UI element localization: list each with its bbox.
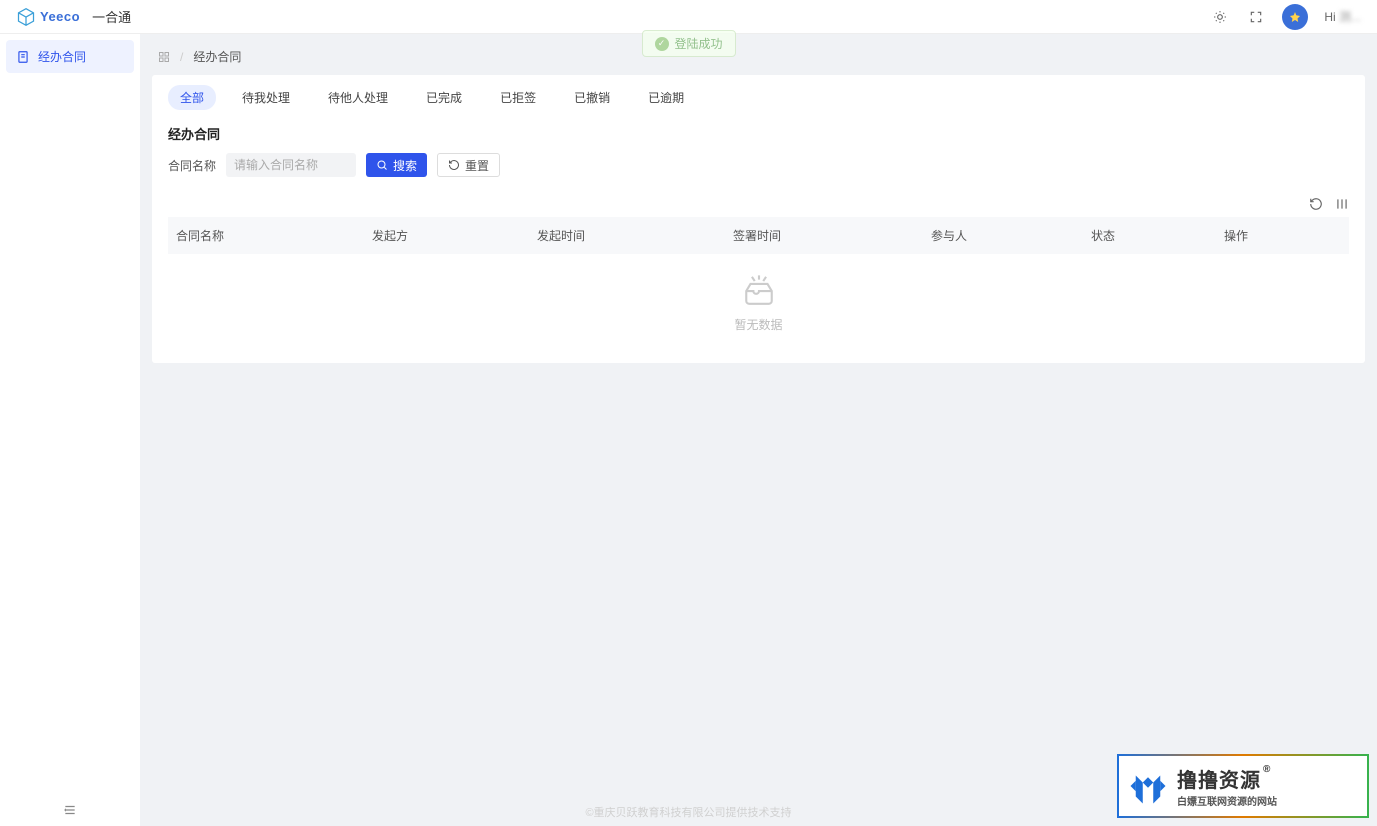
watermark-logo-icon <box>1127 765 1169 807</box>
grid-icon[interactable] <box>158 51 170 63</box>
table-header: 合同名称 发起方 发起时间 签署时间 参与人 状态 操作 <box>168 217 1349 254</box>
th-name: 合同名称 <box>168 227 364 244</box>
check-circle-icon: ✓ <box>654 37 668 51</box>
tab-revoked[interactable]: 已撤销 <box>562 85 622 110</box>
app-title: 一合通 <box>92 7 131 26</box>
content-card: 全部 待我处理 待他人处理 已完成 已拒签 已撤销 已逾期 经办合同 合同名称 … <box>152 75 1365 363</box>
breadcrumb: / 经办合同 <box>140 34 1377 75</box>
th-actions: 操作 <box>1216 227 1349 244</box>
th-initiator: 发起方 <box>364 227 529 244</box>
avatar[interactable] <box>1282 4 1308 30</box>
greeting-prefix: Hi <box>1324 10 1339 24</box>
table-toolbar <box>152 187 1365 217</box>
theme-toggle[interactable] <box>1210 7 1230 27</box>
tab-pending-others[interactable]: 待他人处理 <box>316 85 400 110</box>
breadcrumb-separator: / <box>180 50 183 64</box>
header-left: Yeeco 一合通 <box>16 7 131 27</box>
watermark-subtitle: 白嫖互联网资源的网站 <box>1177 793 1277 808</box>
header-right: Hi 测... <box>1210 4 1361 30</box>
tab-overdue[interactable]: 已逾期 <box>636 85 696 110</box>
collapse-icon <box>63 803 77 817</box>
section-title: 经办合同 <box>152 118 1365 153</box>
contract-name-input[interactable] <box>226 153 356 177</box>
main-content: / 经办合同 全部 待我处理 待他人处理 已完成 已拒签 已撤销 已逾期 经办合… <box>140 34 1377 826</box>
reset-button-label: 重置 <box>465 157 489 174</box>
sun-icon <box>1213 10 1227 24</box>
watermark-title: 撸撸资源® <box>1177 764 1277 793</box>
expand-icon <box>1249 10 1263 24</box>
user-greeting: Hi 测... <box>1324 8 1361 25</box>
tab-rejected[interactable]: 已拒签 <box>488 85 548 110</box>
empty-state: 暂无数据 <box>152 254 1365 343</box>
cube-icon <box>16 7 36 27</box>
filter-row: 合同名称 搜索 重置 <box>152 153 1365 187</box>
tab-pending-me[interactable]: 待我处理 <box>230 85 302 110</box>
column-settings-icon[interactable] <box>1335 197 1349 211</box>
search-icon <box>376 159 388 171</box>
sidebar-collapse-button[interactable] <box>0 798 140 822</box>
toast-text: 登陆成功 <box>674 35 722 52</box>
sidebar-item-label: 经办合同 <box>38 48 86 65</box>
breadcrumb-current: 经办合同 <box>193 48 241 65</box>
fullscreen-toggle[interactable] <box>1246 7 1266 27</box>
empty-text: 暂无数据 <box>734 316 782 333</box>
filter-label: 合同名称 <box>168 157 216 174</box>
empty-icon <box>742 274 776 308</box>
success-toast: ✓ 登陆成功 <box>641 30 735 57</box>
app-header: Yeeco 一合通 Hi 测... <box>0 0 1377 34</box>
watermark: 撸撸资源® 白嫖互联网资源的网站 <box>1117 754 1369 818</box>
reset-button[interactable]: 重置 <box>437 153 500 177</box>
star-icon <box>1289 11 1301 23</box>
tab-completed[interactable]: 已完成 <box>414 85 474 110</box>
search-button[interactable]: 搜索 <box>366 153 427 177</box>
refresh-icon[interactable] <box>1309 197 1323 211</box>
tab-all[interactable]: 全部 <box>168 85 216 110</box>
tabs: 全部 待我处理 待他人处理 已完成 已拒签 已撤销 已逾期 <box>152 75 1365 118</box>
th-sign-time: 签署时间 <box>725 227 923 244</box>
footer-copyright: ©重庆贝跃教育科技有限公司提供技术支持 <box>585 804 791 820</box>
th-participants: 参与人 <box>923 227 1083 244</box>
file-icon <box>16 50 30 64</box>
search-button-label: 搜索 <box>393 157 417 174</box>
brand-text: Yeeco <box>40 9 80 24</box>
brand-logo[interactable]: Yeeco <box>16 7 80 27</box>
greeting-name: 测... <box>1339 10 1361 24</box>
th-status: 状态 <box>1083 227 1216 244</box>
sidebar: 经办合同 <box>0 34 140 826</box>
reset-icon <box>448 159 460 171</box>
th-initiate-time: 发起时间 <box>529 227 725 244</box>
sidebar-item-contracts[interactable]: 经办合同 <box>6 40 134 73</box>
